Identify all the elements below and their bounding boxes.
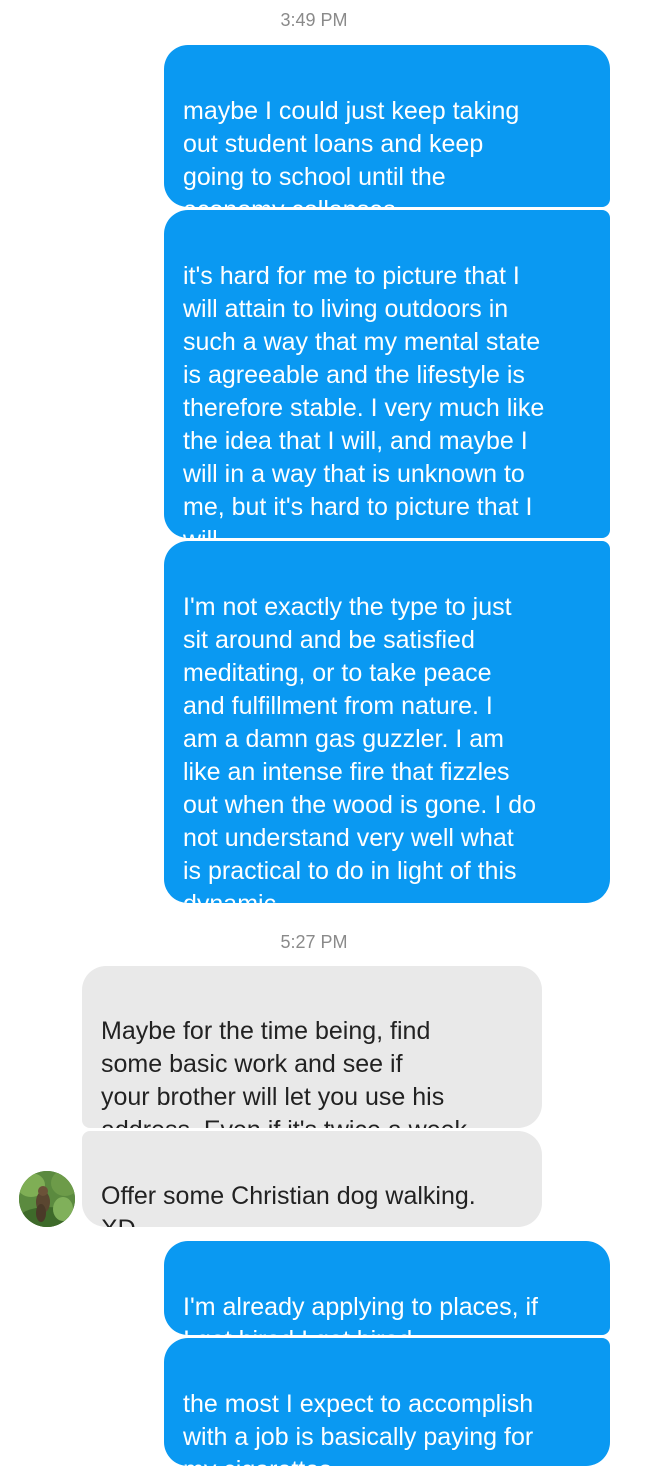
message-bubble-outgoing[interactable]: the most I expect to accomplish with a j… xyxy=(164,1338,610,1466)
message-thread: 3:49 PM maybe I could just keep taking o… xyxy=(0,0,648,1479)
message-text: Maybe for the time being, find some basi… xyxy=(101,1017,474,1128)
message-text: I'm not exactly the type to just sit aro… xyxy=(183,593,537,903)
message-text: maybe I could just keep taking out stude… xyxy=(183,97,520,207)
contact-avatar[interactable] xyxy=(19,1171,75,1227)
message-bubble-incoming[interactable]: Maybe for the time being, find some basi… xyxy=(82,966,542,1128)
message-text: Offer some Christian dog walking. XD xyxy=(101,1182,476,1227)
contact-avatar-photo-icon xyxy=(19,1171,75,1227)
message-bubble-outgoing[interactable]: I'm not exactly the type to just sit aro… xyxy=(164,541,610,903)
message-bubble-outgoing[interactable]: maybe I could just keep taking out stude… xyxy=(164,45,610,207)
timestamp: 3:49 PM xyxy=(280,10,348,30)
message-text: the most I expect to accomplish with a j… xyxy=(183,1390,534,1466)
message-bubble-outgoing[interactable]: it's hard for me to picture that I will … xyxy=(164,210,610,538)
message-text: I'm already applying to places, if I get… xyxy=(183,1293,538,1335)
message-bubble-outgoing[interactable]: I'm already applying to places, if I get… xyxy=(164,1241,610,1335)
message-bubble-incoming[interactable]: Offer some Christian dog walking. XD xyxy=(82,1131,542,1227)
message-text: it's hard for me to picture that I will … xyxy=(183,262,545,538)
timestamp: 5:27 PM xyxy=(280,932,348,952)
